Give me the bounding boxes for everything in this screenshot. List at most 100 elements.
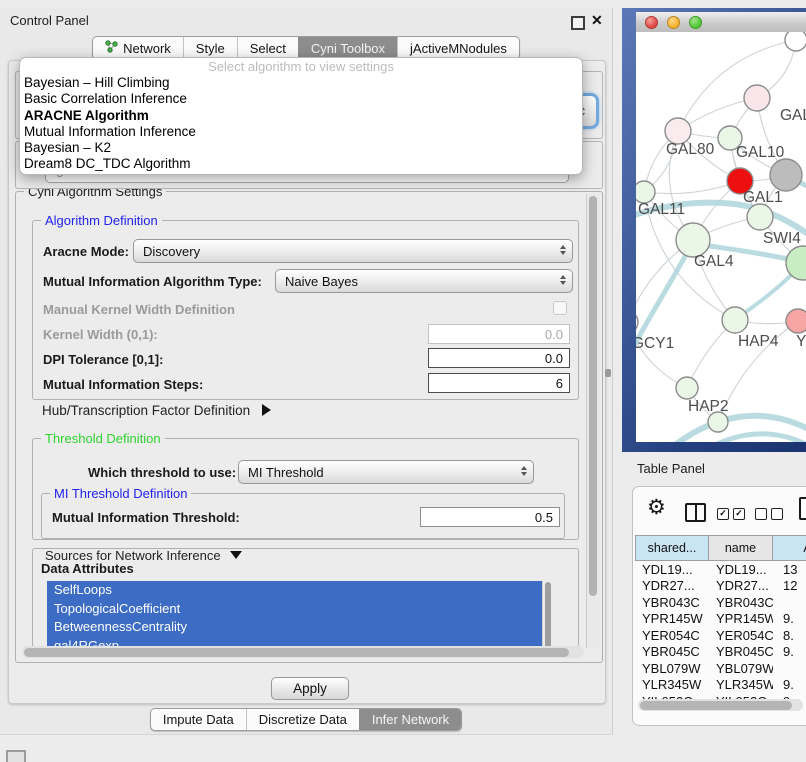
network-edge[interactable]: [678, 40, 796, 131]
gear-icon[interactable]: ⚙: [647, 495, 666, 520]
tab-discretize-data[interactable]: Discretize Data: [246, 709, 359, 730]
algorithm-option-dream8-dc-tdc-algorithm[interactable]: Dream8 DC_TDC Algorithm: [20, 156, 582, 172]
settings-vertical-scrollbar[interactable]: [586, 194, 600, 648]
network-edge-thick[interactable]: [636, 242, 693, 382]
settings-horizontal-scrollbar[interactable]: [22, 646, 584, 658]
network-node[interactable]: [636, 311, 638, 333]
table-body: YDL19...YDL19...13YDR27...YDR27...12YBR0…: [635, 561, 806, 707]
network-icon: [105, 40, 118, 56]
which-threshold-combo[interactable]: MI Threshold: [238, 460, 534, 484]
combo-stepper-icon: [521, 466, 527, 476]
network-node[interactable]: [676, 377, 698, 399]
algorithm-option-bayesian-k2[interactable]: Bayesian – K2: [20, 140, 582, 156]
table-cell: YBL079W: [635, 661, 709, 676]
scrollbar-thumb[interactable]: [589, 196, 597, 596]
algorithm-option-mutual-information-inference[interactable]: Mutual Information Inference: [20, 124, 582, 140]
float-window-icon[interactable]: [571, 16, 585, 30]
tab-cyni-toolbox[interactable]: Cyni Toolbox: [298, 37, 397, 59]
attribute-item-topologicalcoefficient[interactable]: TopologicalCoefficient: [47, 600, 553, 619]
tab-impute-data[interactable]: Impute Data: [151, 709, 246, 730]
tab-network[interactable]: Network: [93, 37, 183, 59]
manual-kernel-checkbox[interactable]: [553, 301, 567, 315]
algorithm-option-bayesian-hill-climbing[interactable]: Bayesian – Hill Climbing: [20, 75, 582, 91]
network-node[interactable]: [744, 85, 770, 111]
deselect-all-columns-icon[interactable]: [755, 508, 783, 520]
mi-type-label: Mutual Information Algorithm Type:: [43, 274, 262, 289]
dpi-tolerance-label: DPI Tolerance [0,1]:: [43, 352, 163, 367]
table-cell: YLR345W: [635, 677, 709, 692]
node-label: SWI4: [763, 230, 801, 247]
table-row[interactable]: YBR045CYBR045C9.: [635, 644, 806, 661]
panel-title: Control Panel: [10, 13, 89, 28]
network-node[interactable]: [676, 223, 710, 257]
network-canvas[interactable]: GALGAL80GAL10GAL1GAL11SWI4GAL4GCY1HAP4YH…: [636, 32, 806, 442]
tab-label: Infer Network: [372, 712, 449, 727]
table-cell: 13: [773, 562, 806, 577]
mi-steps-field[interactable]: 6: [428, 373, 570, 393]
table-row[interactable]: YDR27...YDR27...12: [635, 578, 806, 595]
close-icon[interactable]: ✕: [591, 12, 603, 29]
dpi-tolerance-field[interactable]: 0.0: [428, 348, 570, 368]
apply-button[interactable]: Apply: [271, 677, 349, 700]
network-node[interactable]: [786, 309, 806, 333]
table-cell: YPR145W: [635, 611, 709, 626]
scrollbar-thumb[interactable]: [545, 582, 551, 650]
scrollbar-thumb[interactable]: [640, 701, 792, 710]
tab-jactivemnodules[interactable]: jActiveMNodules: [397, 37, 519, 59]
docked-panel-icon[interactable]: [6, 750, 26, 762]
network-node[interactable]: [708, 412, 728, 432]
network-node[interactable]: [785, 32, 806, 51]
mi-threshold-field[interactable]: 0.5: [420, 507, 560, 527]
network-node[interactable]: [636, 181, 655, 203]
attribute-item-betweennesscentrality[interactable]: BetweennessCentrality: [47, 618, 553, 637]
minimize-window-icon[interactable]: [667, 16, 680, 29]
panel-divider-grip[interactable]: [605, 369, 611, 377]
column-header-a[interactable]: A: [773, 535, 806, 561]
list-vertical-scrollbar[interactable]: [542, 581, 553, 653]
data-attributes-list[interactable]: SelfLoopsTopologicalCoefficientBetweenne…: [47, 581, 553, 653]
tab-infer-network[interactable]: Infer Network: [359, 709, 461, 730]
split-view-icon[interactable]: [685, 503, 706, 522]
table-row[interactable]: YER054CYER054C8.: [635, 627, 806, 644]
tab-select[interactable]: Select: [237, 37, 298, 59]
zoom-window-icon[interactable]: [689, 16, 702, 29]
close-window-icon[interactable]: [645, 16, 658, 29]
network-node[interactable]: [770, 159, 802, 191]
table-row[interactable]: YBR043CYBR043C: [635, 594, 806, 611]
aracne-mode-combo[interactable]: Discovery: [133, 239, 573, 263]
threshold-definition-title: Threshold Definition: [41, 431, 165, 446]
mi-threshold-title: MI Threshold Definition: [50, 486, 191, 501]
mi-type-combo[interactable]: Naive Bayes: [275, 269, 573, 293]
table-cell: YPR145W: [709, 611, 773, 626]
table-row[interactable]: YBL079WYBL079W: [635, 660, 806, 677]
table-row[interactable]: YPR145WYPR145W9.: [635, 611, 806, 628]
column-header-shared[interactable]: shared...: [635, 535, 709, 561]
select-all-columns-icon[interactable]: [717, 508, 745, 520]
node-label: GAL80: [666, 141, 715, 158]
node-label: GAL: [780, 107, 806, 124]
table-cell: YLR345W: [709, 677, 773, 692]
table-cell: YBR045C: [635, 644, 709, 659]
hub-definition-header[interactable]: Hub/Transcription Factor Definition: [42, 402, 271, 420]
tab-style[interactable]: Style: [183, 37, 237, 59]
table-row[interactable]: YLR345WYLR345W9.: [635, 677, 806, 694]
network-window-titlebar[interactable]: [636, 12, 806, 33]
scrollbar-thumb[interactable]: [24, 648, 569, 657]
network-edge-thick[interactable]: [696, 434, 806, 442]
network-node[interactable]: [722, 307, 748, 333]
algorithm-option-basic-correlation-inference[interactable]: Basic Correlation Inference: [20, 91, 582, 107]
algorithm-definition-group: Algorithm Definition Aracne Mode: Discov…: [32, 220, 579, 400]
cyni-toolbox-content: gal-filtered sif default node Select alg…: [8, 60, 606, 704]
algorithm-option-list: Bayesian – Hill ClimbingBasic Correlatio…: [20, 75, 582, 173]
table-horizontal-scrollbar[interactable]: [638, 699, 803, 711]
application-background: Control Panel ✕ NetworkStyleSelectCyni T…: [0, 0, 806, 762]
table-row[interactable]: YDL19...YDL19...13: [635, 561, 806, 578]
attribute-item-selfloops[interactable]: SelfLoops: [47, 581, 553, 600]
kernel-width-field[interactable]: 0.0: [428, 324, 570, 344]
column-header-name[interactable]: name: [709, 535, 773, 561]
network-edge[interactable]: [644, 181, 740, 194]
algorithm-option-aracne-algorithm[interactable]: ARACNE Algorithm: [20, 108, 582, 124]
network-node[interactable]: [747, 204, 773, 230]
node-label: Y: [796, 333, 806, 350]
export-table-icon[interactable]: [799, 497, 806, 520]
